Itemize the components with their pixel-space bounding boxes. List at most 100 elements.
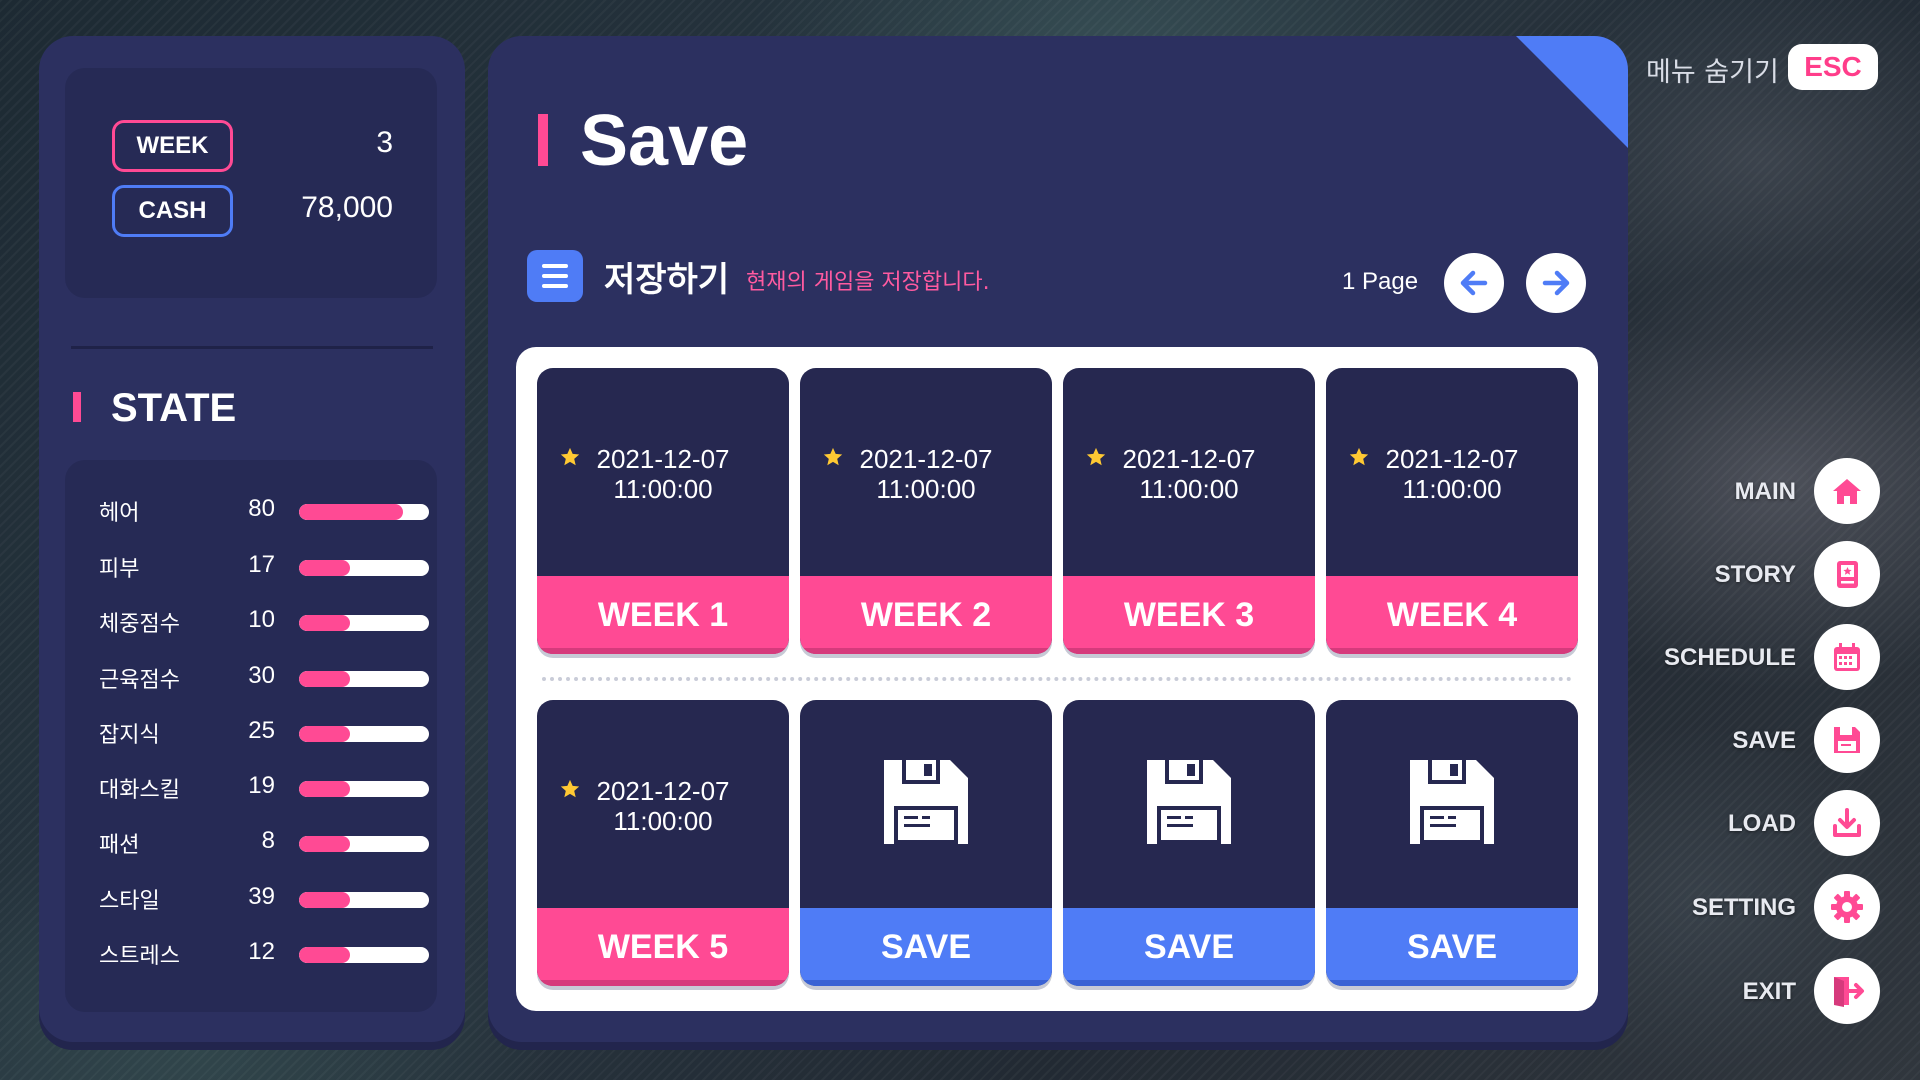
menu-item-setting[interactable]: SETTING — [1640, 874, 1880, 940]
slot-week-label: WEEK 1 — [537, 576, 789, 654]
slot-timestamp: 2021-12-07 11:00:00 — [537, 776, 789, 836]
save-slot[interactable]: 2021-12-07 11:00:00 WEEK 1 — [537, 368, 789, 654]
slot-date: 2021-12-07 — [859, 444, 993, 474]
save-menu-button[interactable] — [1814, 707, 1880, 773]
state-value: 10 — [248, 606, 275, 633]
menu-item-save[interactable]: SAVE — [1640, 707, 1880, 773]
load-button[interactable] — [1814, 790, 1880, 856]
page-indicator: 1 Page — [1342, 268, 1419, 295]
floppy-disk-icon — [884, 760, 968, 844]
state-label: 스트레스 — [99, 944, 180, 969]
state-label: 피부 — [99, 557, 140, 582]
slot-date: 2021-12-07 — [1385, 444, 1519, 474]
menu-label: STORY — [1714, 561, 1796, 588]
save-button[interactable]: SAVE — [1063, 908, 1315, 986]
menu-item-main[interactable]: MAIN — [1640, 458, 1880, 524]
arrow-right-icon — [1542, 270, 1570, 296]
state-bar — [299, 615, 429, 631]
slot-time: 11:00:00 — [613, 474, 713, 504]
corner-accent — [1516, 36, 1628, 148]
menu-label: LOAD — [1728, 810, 1796, 837]
empty-save-slot[interactable]: SAVE — [1326, 700, 1578, 986]
state-row: 패션 8 — [65, 822, 437, 862]
state-bar — [299, 892, 429, 908]
page-title: Save — [538, 100, 748, 182]
floppy-disk-icon — [1834, 727, 1860, 753]
week-value: 3 — [376, 126, 393, 159]
slot-timestamp: 2021-12-07 11:00:00 — [800, 444, 1052, 504]
state-value: 39 — [248, 883, 275, 910]
state-bar — [299, 726, 429, 742]
menu-item-load[interactable]: LOAD — [1640, 790, 1880, 856]
state-bar-fill — [299, 892, 350, 908]
slot-timestamp: 2021-12-07 11:00:00 — [1063, 444, 1315, 504]
save-button[interactable]: SAVE — [800, 908, 1052, 986]
menu-label: SCHEDULE — [1663, 644, 1796, 671]
empty-save-slot[interactable]: SAVE — [1063, 700, 1315, 986]
state-value: 19 — [248, 772, 275, 799]
download-icon — [1833, 808, 1861, 837]
exit-door-icon — [1834, 977, 1864, 1007]
save-slot[interactable]: 2021-12-07 11:00:00 WEEK 5 — [537, 700, 789, 986]
main-button[interactable] — [1814, 458, 1880, 524]
slot-time: 11:00:00 — [1139, 474, 1239, 504]
slot-week-label: WEEK 2 — [800, 576, 1052, 654]
state-bar-fill — [299, 671, 350, 687]
esc-button[interactable]: ESC — [1788, 44, 1878, 90]
floppy-disk-icon — [1147, 760, 1231, 844]
slot-timestamp: 2021-12-07 11:00:00 — [537, 444, 789, 504]
slot-date: 2021-12-07 — [596, 444, 730, 474]
state-bar — [299, 671, 429, 687]
state-value: 30 — [248, 662, 275, 689]
state-bar — [299, 836, 429, 852]
state-row: 근육점수 30 — [65, 657, 437, 697]
menu-item-story[interactable]: STORY — [1640, 541, 1880, 607]
slot-week-label: WEEK 5 — [537, 908, 789, 986]
state-row: 잡지식 25 — [65, 712, 437, 752]
state-list: 헤어 80 피부 17 체중점수 10 근육점수 30 잡지식 25 대화스킬 … — [65, 460, 437, 1012]
slot-timestamp: 2021-12-07 11:00:00 — [1326, 444, 1578, 504]
state-bar-fill — [299, 615, 350, 631]
cash-badge: CASH — [112, 185, 233, 237]
state-row: 체중점수 10 — [65, 601, 437, 641]
state-bar-fill — [299, 726, 350, 742]
section-description: 현재의 게임을 저장합니다. — [746, 270, 990, 295]
menu-label: SAVE — [1732, 727, 1796, 754]
hide-menu-label: 메뉴 숨기기 — [1646, 57, 1779, 88]
save-slot[interactable]: 2021-12-07 11:00:00 WEEK 2 — [800, 368, 1052, 654]
state-bar-fill — [299, 947, 350, 963]
state-value: 12 — [248, 938, 275, 965]
player-stats-box: WEEK 3 CASH 78,000 — [65, 68, 437, 298]
state-row: 스타일 39 — [65, 878, 437, 918]
state-label: 헤어 — [99, 501, 140, 526]
schedule-button[interactable] — [1814, 624, 1880, 690]
story-button[interactable] — [1814, 541, 1880, 607]
state-label: 패션 — [99, 833, 140, 858]
slot-week-label: WEEK 4 — [1326, 576, 1578, 654]
slot-date: 2021-12-07 — [596, 776, 730, 806]
menu-item-schedule[interactable]: SCHEDULE — [1640, 624, 1880, 690]
empty-save-slot[interactable]: SAVE — [800, 700, 1052, 986]
state-label: 스타일 — [99, 889, 160, 914]
slot-time: 11:00:00 — [613, 806, 713, 836]
menu-item-exit[interactable]: EXIT — [1640, 958, 1880, 1024]
section-title: 저장하기 — [604, 260, 730, 300]
exit-button[interactable] — [1814, 958, 1880, 1024]
week-badge: WEEK — [112, 120, 233, 172]
save-slot[interactable]: 2021-12-07 11:00:00 WEEK 3 — [1063, 368, 1315, 654]
state-value: 80 — [248, 495, 275, 522]
setting-button[interactable] — [1814, 874, 1880, 940]
menu-list-icon — [527, 250, 583, 302]
arrow-left-icon — [1460, 270, 1488, 296]
save-button[interactable]: SAVE — [1326, 908, 1578, 986]
menu-label: SETTING — [1691, 894, 1796, 921]
slot-time: 11:00:00 — [1402, 474, 1502, 504]
slot-date: 2021-12-07 — [1122, 444, 1256, 474]
menu-label: EXIT — [1742, 978, 1796, 1005]
save-slot[interactable]: 2021-12-07 11:00:00 WEEK 4 — [1326, 368, 1578, 654]
previous-page-button[interactable] — [1444, 253, 1504, 313]
state-bar-fill — [299, 836, 350, 852]
cash-value: 78,000 — [301, 191, 393, 224]
state-value: 25 — [248, 717, 275, 744]
next-page-button[interactable] — [1526, 253, 1586, 313]
